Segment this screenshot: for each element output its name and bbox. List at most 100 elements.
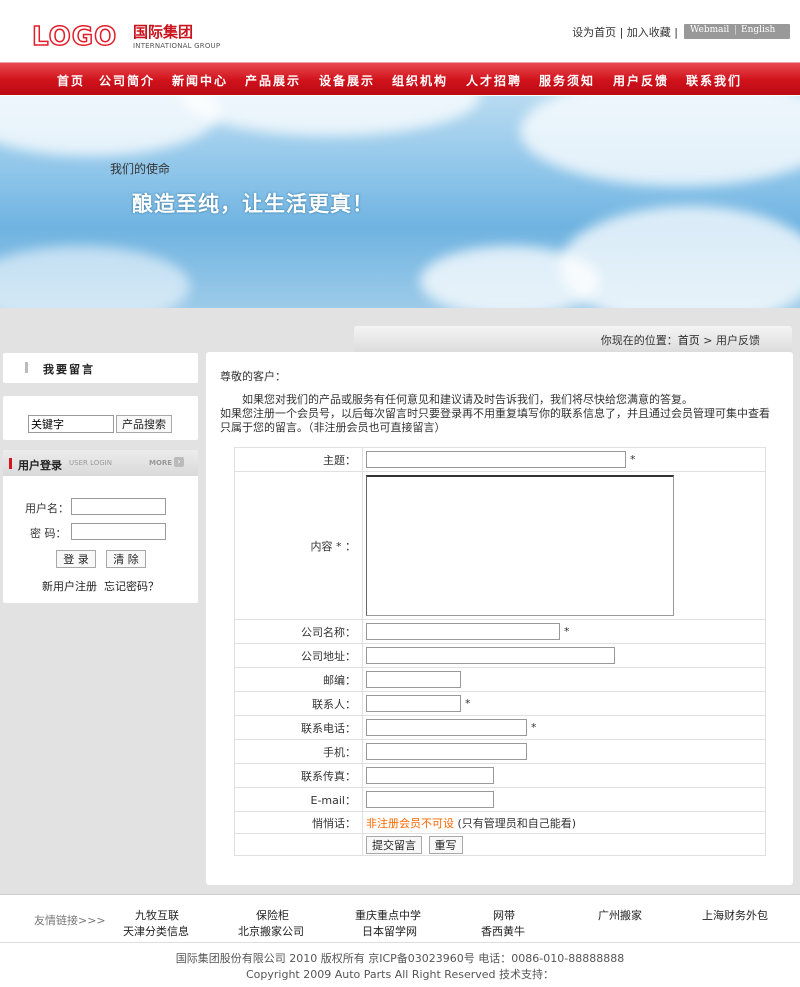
nav-item-feedback[interactable]: 用户反馈 — [613, 72, 669, 89]
friend-link[interactable]: 北京搬家公司 — [238, 923, 304, 939]
red-bullet-icon — [9, 458, 12, 469]
form-row: 手机： — [234, 739, 766, 764]
form-row: 公司名称： * — [234, 619, 766, 644]
webmail-link[interactable]: Webmail — [690, 25, 729, 35]
friend-link[interactable]: 保险柜 — [256, 907, 289, 923]
separator: | — [674, 26, 678, 39]
form-row: 邮编： — [234, 667, 766, 692]
intro-paragraph: 只属于您的留言。（非注册会员也可直接留言） — [220, 421, 446, 434]
nav-item-organization[interactable]: 组织机构 — [392, 72, 448, 89]
logo[interactable]: LOGO — [31, 21, 117, 53]
reset-button[interactable]: 重写 — [428, 835, 463, 854]
subject-label: 主题： — [234, 447, 363, 472]
search-input[interactable] — [28, 415, 114, 433]
breadcrumb-current: 用户反馈 — [716, 334, 760, 347]
email-input[interactable] — [366, 791, 494, 808]
form-row: 内容 * ： — [234, 471, 766, 620]
chevron-right-icon[interactable]: › — [174, 457, 184, 467]
login-header: 用户登录 USER LOGIN MORE › — [3, 450, 198, 476]
friend-link[interactable]: 九牧互联 — [135, 907, 179, 923]
mobile-label: 手机： — [234, 739, 363, 764]
logo-cn-text: 国际集团 — [133, 23, 194, 41]
company-input[interactable] — [366, 623, 560, 640]
breadcrumb-separator: > — [699, 334, 716, 347]
header: LOGO 国际集团 INTERNATIONAL GROUP 设为首页 | 加入收… — [0, 0, 800, 62]
empty-cell — [234, 833, 363, 856]
footer-bottom: 国际集团股份有限公司 2010 版权所有 京ICP备03023960号 电话：0… — [0, 942, 800, 987]
email-label: E-mail： — [234, 787, 363, 812]
phone-input[interactable] — [366, 719, 527, 736]
nav-item-equipment[interactable]: 设备展示 — [319, 72, 375, 89]
cloud-shape — [180, 96, 480, 136]
english-link[interactable]: English — [741, 25, 775, 35]
subject-input[interactable] — [366, 451, 626, 468]
cloud-shape — [560, 206, 800, 308]
form-cell — [362, 667, 766, 692]
separator: | — [619, 26, 627, 39]
fax-input[interactable] — [366, 767, 494, 784]
logo-en-text: INTERNATIONAL GROUP — [133, 42, 221, 50]
form-row: 悄悄话： 非注册会员不可设 (只有管理员和自己能看) — [234, 811, 766, 834]
form-cell — [362, 787, 766, 812]
form-row: 公司地址： — [234, 643, 766, 668]
friend-link[interactable]: 上海财务外包 — [702, 907, 768, 923]
more-link[interactable]: MORE — [149, 459, 172, 467]
friend-link[interactable]: 网带 — [493, 907, 515, 923]
password-label: 密 码： — [30, 527, 67, 540]
leave-message-link[interactable]: 我要留言 — [43, 361, 95, 377]
nav-item-products[interactable]: 产品展示 — [245, 72, 301, 89]
search-box: 产品搜索 — [3, 396, 198, 440]
footer-divider — [0, 894, 800, 895]
register-link[interactable]: 新用户注册 — [42, 578, 97, 594]
form-cell: 提交留言 重写 — [362, 833, 766, 856]
form-cell — [362, 643, 766, 668]
main-nav: 首页 公司简介 新闻中心 产品展示 设备展示 组织机构 人才招聘 服务须知 用户… — [0, 62, 800, 95]
nav-item-jobs[interactable]: 人才招聘 — [466, 72, 522, 89]
nav-item-home[interactable]: 首页 — [57, 72, 85, 89]
friend-link[interactable]: 广州搬家 — [598, 907, 642, 923]
nav-item-service[interactable]: 服务须知 — [539, 72, 595, 89]
zip-input[interactable] — [366, 671, 461, 688]
add-favorite-link[interactable]: 加入收藏 — [627, 26, 671, 39]
friend-link[interactable]: 天津分类信息 — [123, 923, 189, 939]
nav-item-news[interactable]: 新闻中心 — [172, 72, 228, 89]
address-label: 公司地址： — [234, 643, 363, 668]
friend-link[interactable]: 香西黄牛 — [481, 923, 525, 939]
set-home-link[interactable]: 设为首页 — [572, 26, 616, 39]
form-row: 提交留言 重写 — [234, 833, 766, 856]
form-cell — [362, 739, 766, 764]
contact-input[interactable] — [366, 695, 461, 712]
username-input[interactable] — [71, 498, 166, 515]
banner-subtitle: 我们的使命 — [110, 162, 171, 176]
password-input[interactable] — [71, 523, 166, 540]
friend-link[interactable]: 重庆重点中学 — [355, 907, 421, 923]
breadcrumb-home-link[interactable]: 首页 — [678, 334, 700, 347]
whisper-note: 非注册会员不可设 — [366, 816, 454, 830]
language-bar: Webmail | English — [684, 24, 790, 39]
content-label: 内容 * ： — [234, 471, 363, 620]
required-star: * — [465, 696, 471, 710]
form-row: 联系传真： — [234, 763, 766, 788]
nav-item-about[interactable]: 公司简介 — [99, 72, 155, 89]
form-cell: * — [362, 715, 766, 740]
copyright-line: Copyright 2009 Auto Parts All Right Rese… — [245, 968, 554, 981]
friend-link[interactable]: 日本留学网 — [362, 923, 417, 939]
mobile-input[interactable] — [366, 743, 527, 760]
nav-item-contact[interactable]: 联系我们 — [686, 72, 742, 89]
product-search-button[interactable]: 产品搜索 — [116, 415, 172, 433]
whisper-hint: (只有管理员和自己能看) — [457, 816, 577, 830]
cloud-shape — [420, 246, 600, 308]
content-textarea[interactable] — [366, 475, 674, 616]
breadcrumb-bar: 你现在的位置：首页 > 用户反馈 — [354, 326, 792, 352]
cloud-shape — [0, 246, 190, 308]
required-star: * — [531, 720, 537, 734]
address-input[interactable] — [366, 647, 615, 664]
top-links: 设为首页 | 加入收藏 | — [572, 24, 678, 40]
login-button[interactable]: 登 录 — [56, 550, 96, 568]
submit-button[interactable]: 提交留言 — [366, 835, 422, 854]
form-cell: * — [362, 691, 766, 716]
form-cell: 非注册会员不可设 (只有管理员和自己能看) — [362, 811, 766, 834]
clear-button[interactable]: 清 除 — [106, 550, 146, 568]
login-title: 用户登录 — [18, 459, 62, 472]
forgot-password-link[interactable]: 忘记密码？ — [104, 578, 159, 594]
